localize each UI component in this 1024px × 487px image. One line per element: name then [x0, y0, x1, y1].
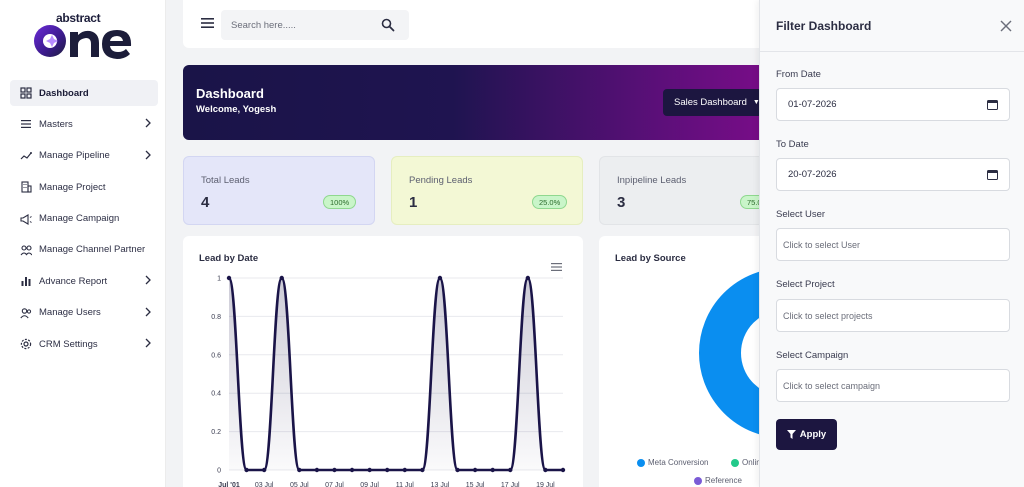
apply-label: Apply — [799, 429, 827, 440]
drawer-header: Filter Dashboard — [760, 0, 1024, 52]
close-icon[interactable] — [1000, 20, 1012, 32]
select-user-label: Select User — [776, 209, 826, 220]
calendar-icon[interactable] — [987, 99, 998, 110]
filter-drawer: Filter Dashboard From Date 01-07-2026 To… — [759, 0, 1024, 487]
select-campaign-label: Select Campaign — [776, 350, 849, 361]
select-user-field[interactable]: Click to select User — [776, 228, 1010, 261]
apply-button[interactable]: Apply — [776, 419, 837, 450]
select-campaign-field[interactable]: Click to select campaign — [776, 369, 1010, 402]
from-date-value: 01-07-2026 — [788, 99, 837, 110]
to-date-field[interactable]: 20-07-2026 — [776, 158, 1010, 191]
drawer-title: Filter Dashboard — [776, 19, 872, 33]
select-project-field[interactable]: Click to select projects — [776, 299, 1010, 332]
from-date-label: From Date — [776, 69, 821, 80]
to-date-value: 20-07-2026 — [788, 169, 837, 180]
filter-icon — [786, 430, 796, 439]
to-date-label: To Date — [776, 139, 809, 150]
from-date-field[interactable]: 01-07-2026 — [776, 88, 1010, 121]
drawer-backdrop[interactable] — [0, 0, 759, 487]
select-project-label: Select Project — [776, 279, 835, 290]
calendar-icon[interactable] — [987, 169, 998, 180]
